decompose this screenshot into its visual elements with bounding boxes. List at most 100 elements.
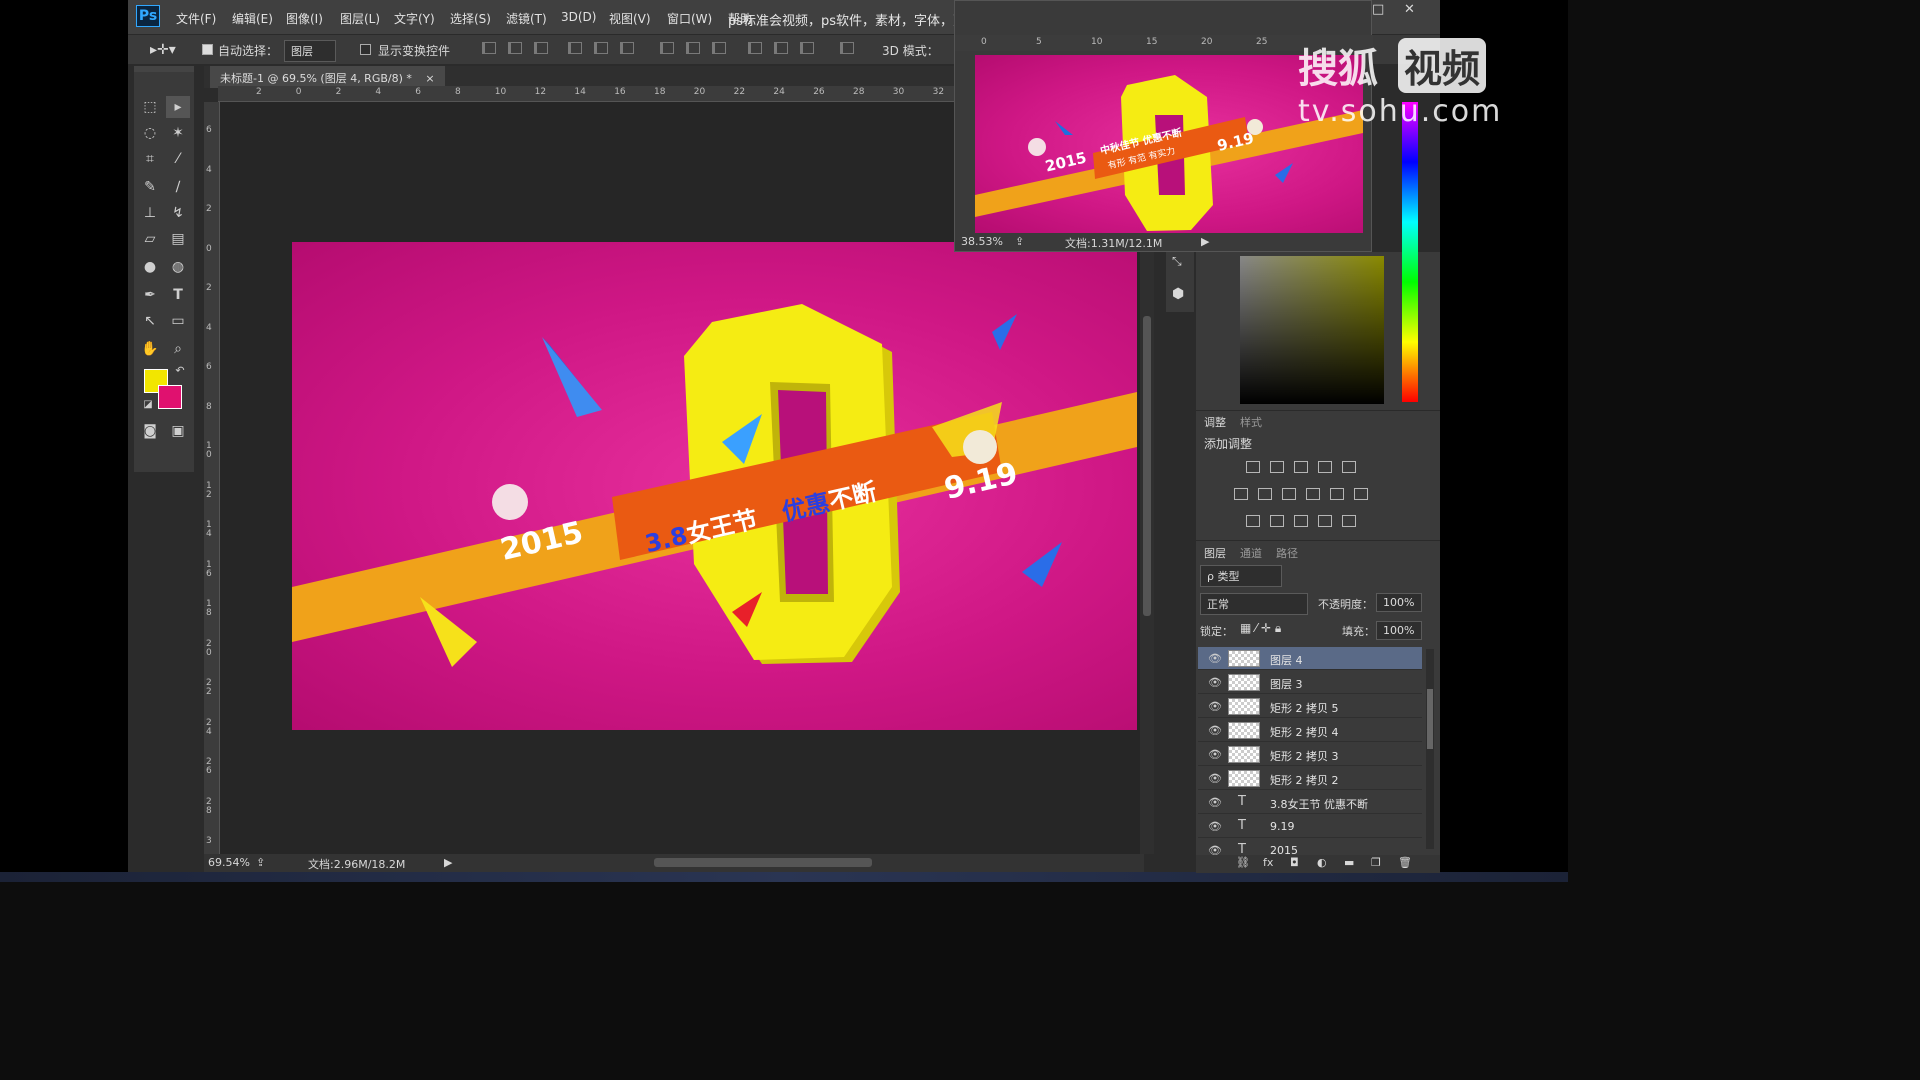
align-distribute-icon[interactable] (534, 42, 548, 54)
crop-tool-icon[interactable]: ⌗ (138, 148, 162, 170)
artwork-canvas[interactable]: 0 2015 3.8女王节优惠不断 9.19 (292, 242, 1137, 730)
visibility-eye-icon[interactable]: 👁︎ (1208, 700, 1222, 713)
navigator-zoom[interactable]: 38.53% (961, 235, 1003, 248)
screen-mode-icon[interactable]: ▣ (166, 420, 190, 442)
gradient-tool-icon[interactable]: ▤ (166, 228, 190, 250)
rectangle-tool-icon[interactable]: ▭ (166, 310, 190, 332)
align-distribute-icon[interactable] (568, 42, 582, 54)
new-layer-icon[interactable]: ❐ (1371, 856, 1381, 869)
navigator-share-icon[interactable]: ⇪ (1015, 235, 1024, 248)
status-menu-arrow-icon[interactable]: ▶ (444, 856, 452, 869)
link-icon[interactable]: ⛓ (1236, 856, 1250, 869)
mask-icon[interactable]: ◘ (1290, 856, 1299, 869)
layers-scroll-thumb[interactable] (1427, 689, 1433, 749)
blur-tool-icon[interactable]: ● (138, 256, 162, 278)
healing-brush-tool-icon[interactable]: ✎ (138, 176, 162, 198)
dodge-tool-icon[interactable]: ◍ (166, 256, 190, 278)
align-distribute-icon[interactable] (712, 42, 726, 54)
layer-row[interactable]: 👁︎ T 3.8女王节 优惠不断 (1198, 791, 1422, 814)
hand-tool-icon[interactable]: ✋ (138, 338, 162, 360)
layers-scrollbar[interactable] (1426, 649, 1434, 849)
visibility-eye-icon[interactable]: 👁︎ (1208, 796, 1222, 809)
background-color-swatch[interactable] (158, 385, 182, 409)
layer-row[interactable]: 👁︎ 图层 3 (1198, 671, 1422, 694)
align-distribute-icon[interactable] (800, 42, 814, 54)
eyedropper-tool-icon[interactable]: ⁄ (166, 148, 190, 170)
align-distribute-icon[interactable] (594, 42, 608, 54)
tab-adjustments[interactable]: 调整 (1204, 414, 1226, 430)
3d-panel-icon[interactable]: ⬢ (1172, 286, 1184, 302)
folder-icon[interactable]: ▬ (1344, 856, 1354, 869)
exposure-icon[interactable] (1318, 461, 1332, 473)
gradient-map-icon[interactable] (1318, 515, 1332, 527)
horizontal-scroll-thumb[interactable] (654, 858, 872, 867)
blend-mode-dropdown[interactable]: 正常 (1200, 593, 1308, 615)
brush-panel-icon[interactable]: ⤡ (1172, 254, 1182, 269)
layer-row[interactable]: 👁︎ T 9.19 (1198, 815, 1422, 838)
quick-mask-icon[interactable]: ◙ (138, 420, 162, 442)
align-distribute-icon[interactable] (840, 42, 854, 54)
black-white-icon[interactable] (1282, 488, 1296, 500)
clone-stamp-tool-icon[interactable]: ⊥ (138, 202, 162, 224)
posterize-icon[interactable] (1270, 515, 1284, 527)
path-selection-tool-icon[interactable]: ↖ (138, 310, 162, 332)
tab-styles[interactable]: 样式 (1240, 414, 1262, 430)
color-balance-icon[interactable] (1258, 488, 1272, 500)
menu-item-9[interactable]: 窗口(W) (667, 10, 712, 27)
close-button[interactable]: ✕ (1404, 2, 1415, 17)
auto-select-dropdown[interactable]: 图层 (284, 40, 336, 62)
align-distribute-icon[interactable] (748, 42, 762, 54)
levels-icon[interactable] (1270, 461, 1284, 473)
swap-colors-icon[interactable]: ↶ (168, 360, 192, 382)
align-distribute-icon[interactable] (620, 42, 634, 54)
menu-item-6[interactable]: 滤镜(T) (506, 10, 547, 27)
vibrance-icon[interactable] (1342, 461, 1356, 473)
document-tab-close-icon[interactable]: × (425, 72, 434, 85)
menu-item-4[interactable]: 文字(Y) (394, 10, 435, 27)
layer-row[interactable]: 👁︎ 矩形 2 拷贝 2 (1198, 767, 1422, 790)
tab-channels[interactable]: 通道 (1240, 545, 1262, 561)
opacity-field[interactable]: 100% (1376, 593, 1422, 612)
menu-item-2[interactable]: 图像(I) (286, 10, 323, 27)
auto-select-checkbox[interactable] (202, 44, 213, 55)
visibility-eye-icon[interactable]: 👁︎ (1208, 652, 1222, 665)
menu-item-3[interactable]: 图层(L) (340, 10, 380, 27)
menu-item-1[interactable]: 编辑(E) (232, 10, 273, 27)
share-icon[interactable]: ⇪ (256, 856, 265, 869)
menu-item-0[interactable]: 文件(F) (176, 10, 216, 27)
align-distribute-icon[interactable] (482, 42, 496, 54)
layer-filter-dropdown[interactable]: ρ 类型 (1200, 565, 1282, 587)
layer-row[interactable]: 👁︎ 矩形 2 拷贝 3 (1198, 743, 1422, 766)
move-tool-preset-icon[interactable]: ▸✛▾ (150, 42, 176, 58)
maximize-button[interactable]: □ (1372, 2, 1384, 17)
align-distribute-icon[interactable] (774, 42, 788, 54)
pen-tool-icon[interactable]: ✒ (138, 284, 162, 306)
document-tab[interactable]: 未标题-1 @ 69.5% (图层 4, RGB/8) * × (210, 66, 445, 88)
align-distribute-icon[interactable] (686, 42, 700, 54)
layer-row[interactable]: 👁︎ T 2015 (1198, 839, 1422, 855)
visibility-eye-icon[interactable]: 👁︎ (1208, 772, 1222, 785)
move-tool-icon[interactable]: ▸ (166, 96, 190, 118)
menu-item-8[interactable]: 视图(V) (609, 10, 651, 27)
tab-layers[interactable]: 图层 (1204, 545, 1226, 561)
lasso-tool-icon[interactable]: ◌ (138, 122, 162, 144)
vertical-scroll-thumb[interactable] (1143, 316, 1151, 616)
color-field[interactable] (1240, 256, 1384, 404)
zoom-tool-icon[interactable]: ⌕ (166, 338, 190, 360)
photo-filter-icon[interactable] (1306, 488, 1320, 500)
zoom-readout[interactable]: 69.54% (208, 856, 250, 869)
brush-tool-icon[interactable]: ∕ (166, 176, 190, 198)
layer-row[interactable]: 👁︎ 图层 4 (1198, 647, 1422, 670)
navigator-menu-arrow-icon[interactable]: ▶ (1201, 235, 1209, 248)
align-distribute-icon[interactable] (660, 42, 674, 54)
align-distribute-icon[interactable] (508, 42, 522, 54)
visibility-eye-icon[interactable]: 👁︎ (1208, 748, 1222, 761)
selective-color-icon[interactable] (1342, 515, 1356, 527)
eraser-tool-icon[interactable]: ▱ (138, 228, 162, 250)
menu-item-7[interactable]: 3D(D) (561, 10, 596, 24)
curves-icon[interactable] (1294, 461, 1308, 473)
layer-row[interactable]: 👁︎ 矩形 2 拷贝 4 (1198, 719, 1422, 742)
history-brush-tool-icon[interactable]: ↯ (166, 202, 190, 224)
visibility-eye-icon[interactable]: 👁︎ (1208, 820, 1222, 833)
tab-paths[interactable]: 路径 (1276, 545, 1298, 561)
